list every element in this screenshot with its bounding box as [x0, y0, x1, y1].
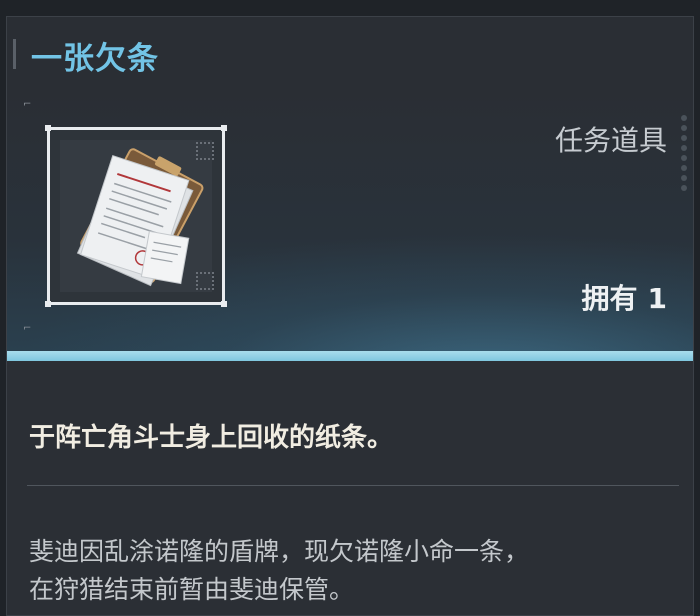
item-title: 一张欠条 — [31, 41, 159, 77]
item-detail-panel: 一张欠条 ⌐ ⌐ 任务道具 拥有 1 于阵亡角斗士身上回收的纸条。 斐迪因乱涂诺… — [6, 16, 694, 616]
item-banner: ⌐ ⌐ 任务道具 拥有 1 — [7, 87, 693, 361]
item-icon-frame[interactable] — [45, 125, 227, 307]
header-accent-bar — [13, 39, 16, 69]
banner-dots-decoration — [679, 111, 689, 221]
item-long-description: 斐迪因乱涂诺隆的盾牌，现欠诺隆小命一条， 在狩猎结束前暂由斐迪保管。 — [29, 533, 689, 609]
description-divider — [27, 485, 679, 486]
corner-mark-top: ⌐ — [23, 99, 32, 110]
owned-label: 拥有 — [581, 282, 638, 315]
item-short-description: 于阵亡角斗士身上回收的纸条。 — [29, 423, 394, 453]
paper-documents-icon — [76, 148, 204, 287]
owned-count-row: 拥有 1 — [582, 277, 668, 317]
owned-count: 1 — [647, 282, 667, 315]
long-description-line: 斐迪因乱涂诺隆的盾牌，现欠诺隆小命一条， — [29, 537, 530, 566]
item-category: 任务道具 — [554, 124, 667, 157]
item-header: 一张欠条 — [7, 17, 693, 87]
long-description-line: 在狩猎结束前暂由斐迪保管。 — [29, 575, 355, 604]
banner-accent-line — [7, 351, 693, 361]
corner-mark-bottom: ⌐ — [23, 323, 32, 334]
